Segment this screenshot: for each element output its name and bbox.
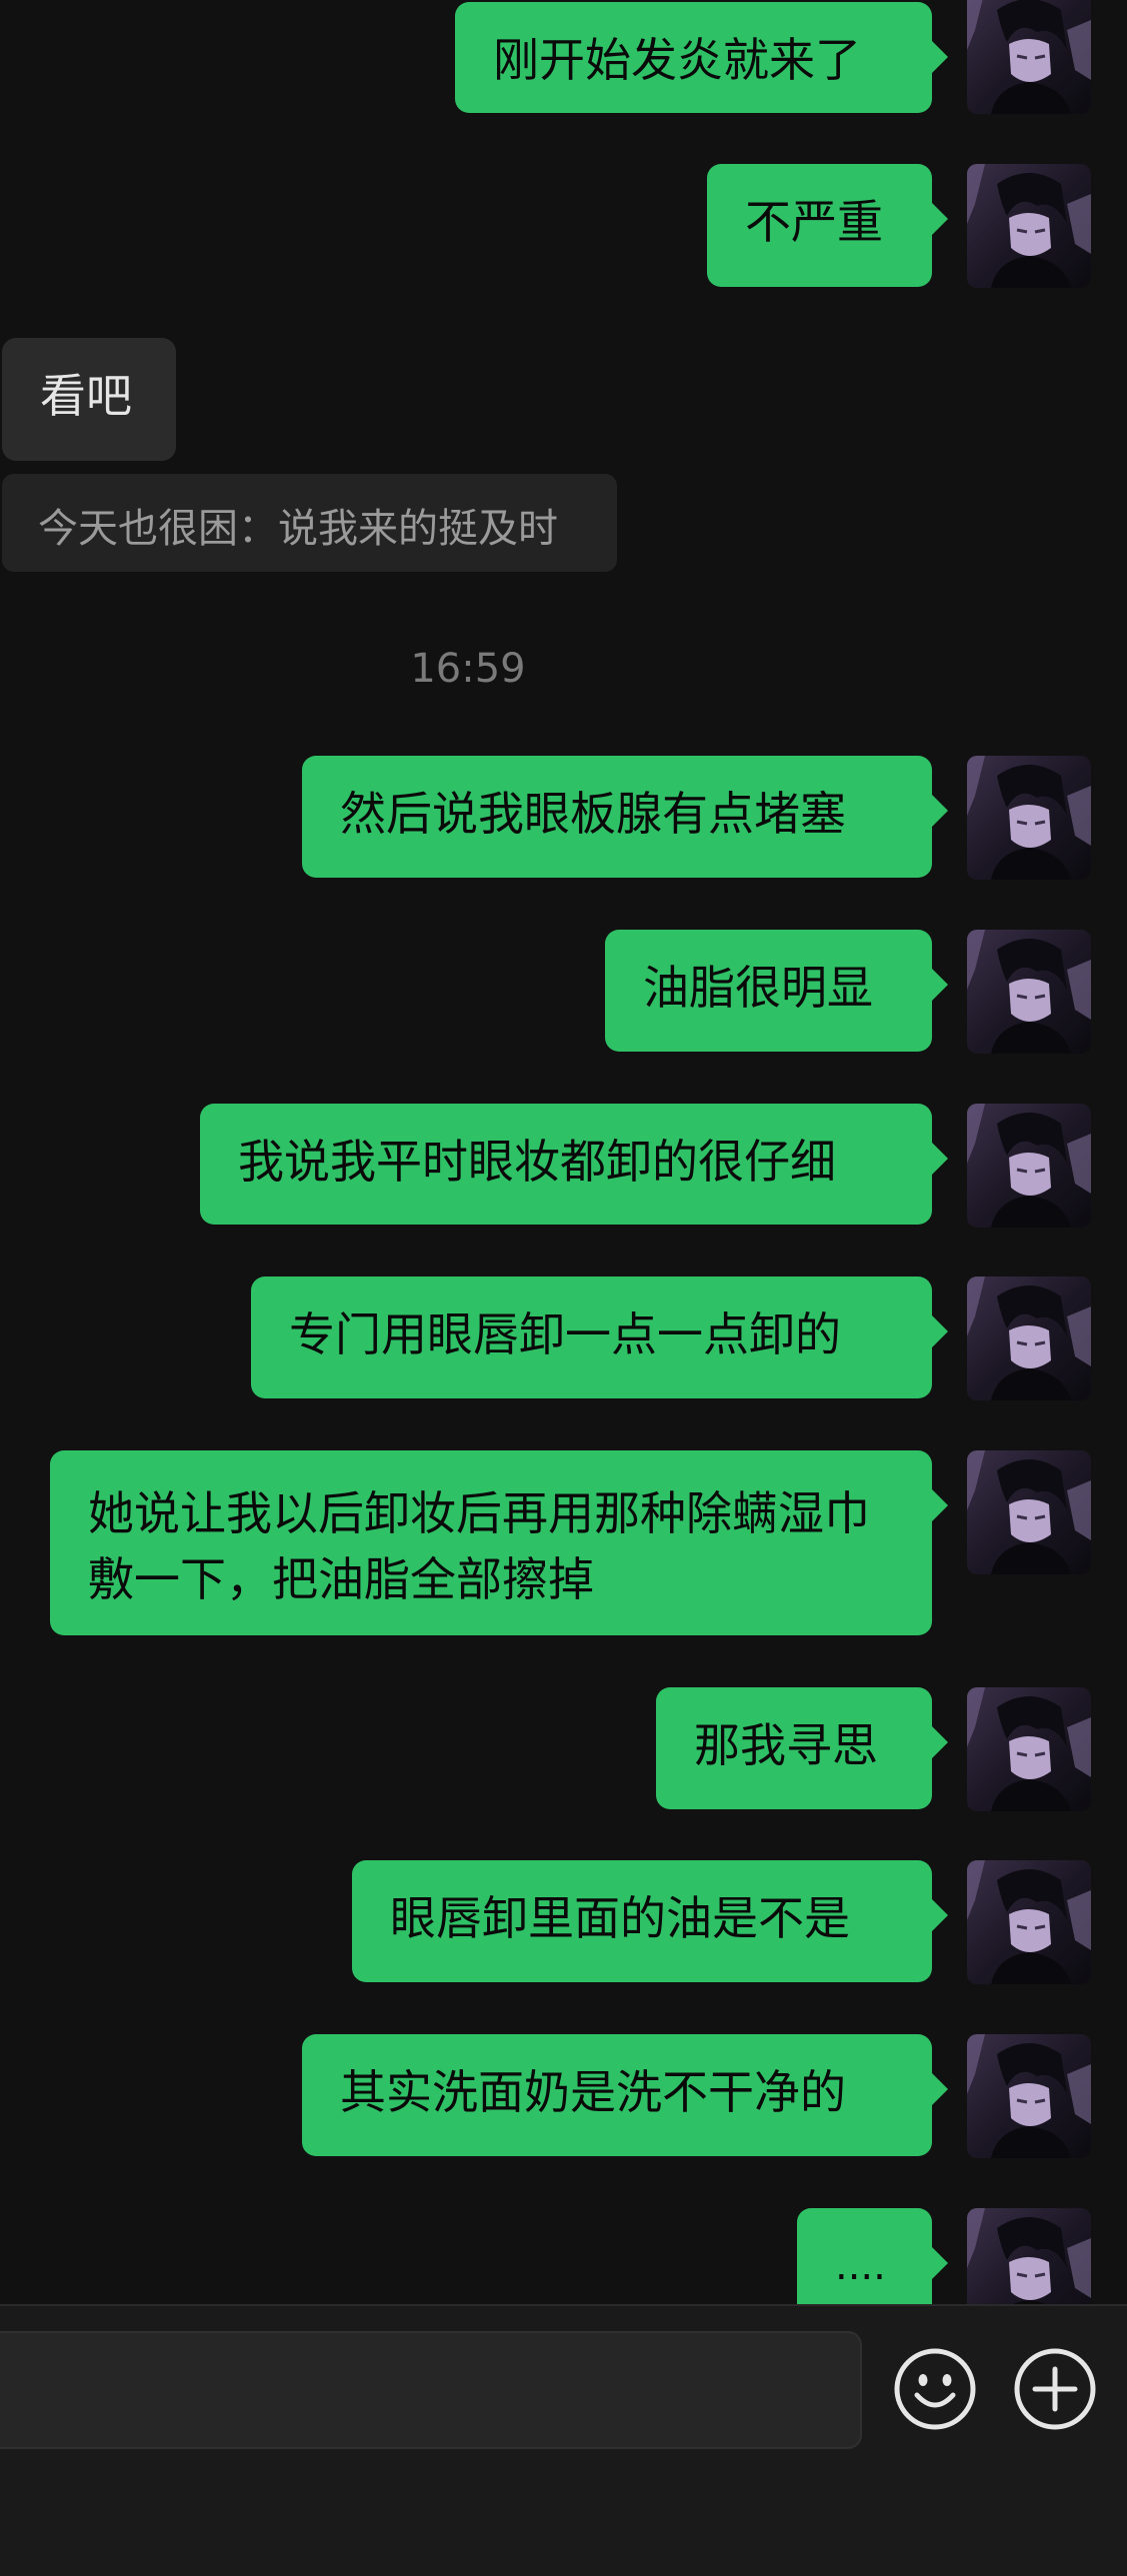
avatar[interactable] (967, 1687, 1091, 1811)
message-bubble[interactable]: 我说我平时眼妆都卸的很仔细 (200, 1104, 948, 1225)
message-bubble[interactable]: 其实洗面奶是洗不干净的 (302, 2034, 948, 2156)
message-bubble[interactable]: 专门用眼唇卸一点一点卸的 (251, 1277, 948, 1398)
message-bubble[interactable]: 不严重 (707, 164, 948, 287)
avatar[interactable] (967, 2208, 1091, 2304)
message-bubble[interactable]: 那我寻思 (656, 1687, 948, 1809)
message-bubble[interactable]: 眼唇卸里面的油是不是 (352, 1860, 948, 1982)
avatar[interactable] (967, 1450, 1091, 1574)
message-bubble[interactable]: 看吧 (2, 338, 176, 461)
avatar[interactable] (967, 1104, 1091, 1228)
timestamp: 16:59 (410, 646, 526, 692)
avatar[interactable] (967, 930, 1091, 1054)
plus-circle-icon (1014, 2348, 1096, 2430)
message-bubble[interactable]: 油脂很明显 (605, 930, 948, 1052)
emoji-icon (894, 2348, 976, 2430)
message-bubble[interactable]: 然后说我眼板腺有点堵塞 (302, 756, 948, 878)
plus-button[interactable] (1013, 2347, 1097, 2431)
quoted-message[interactable]: 今天也很困：说我来的挺及时 (2, 474, 617, 572)
avatar[interactable] (967, 0, 1091, 114)
avatar[interactable] (967, 2034, 1091, 2158)
chat-area[interactable]: 刚开始发炎就来了 不严重 看吧 今天也很困：说我来的挺及时 16:59 然后说我… (0, 0, 1127, 2304)
emoji-button[interactable] (893, 2347, 977, 2431)
input-bar (0, 2304, 1127, 2576)
avatar[interactable] (967, 756, 1091, 880)
message-bubble[interactable]: .... (797, 2208, 948, 2304)
message-input[interactable] (0, 2331, 862, 2449)
message-bubble[interactable]: 她说让我以后卸妆后再用那种除螨湿巾敷一下，把油脂全部擦掉 (50, 1450, 948, 1635)
avatar[interactable] (967, 1277, 1091, 1400)
avatar[interactable] (967, 1860, 1091, 1984)
avatar[interactable] (967, 164, 1091, 288)
message-bubble[interactable]: 刚开始发炎就来了 (455, 2, 948, 113)
